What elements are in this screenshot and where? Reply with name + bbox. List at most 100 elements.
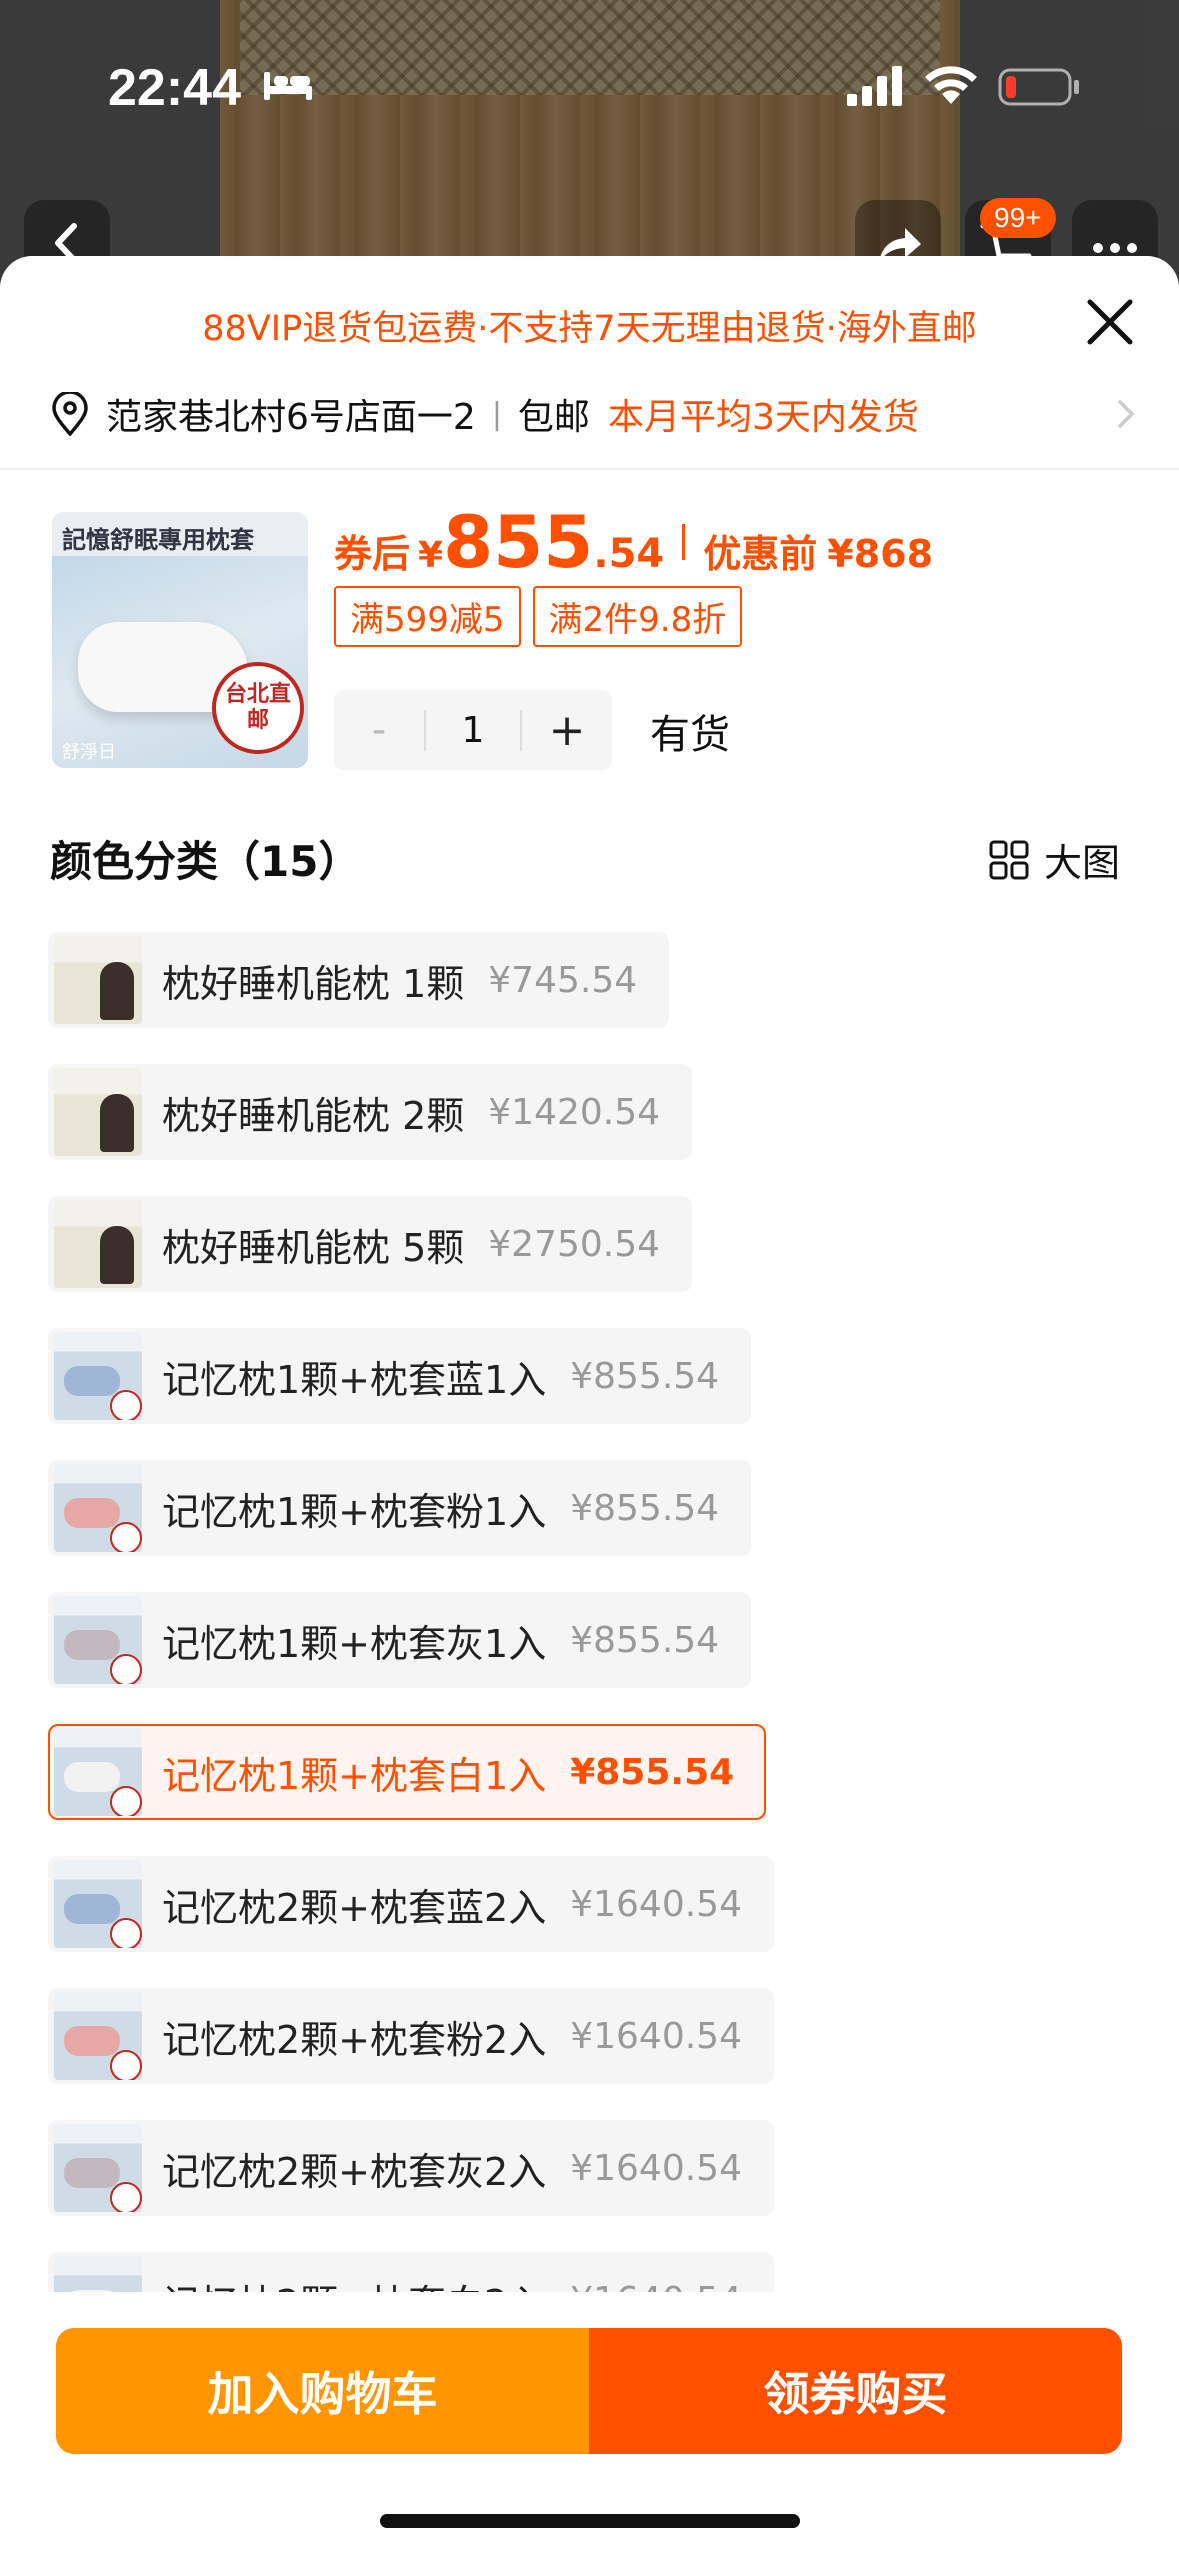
sku-option-thumbnail (54, 1860, 142, 1948)
quantity-stepper: - 1 + (334, 690, 612, 770)
sku-option[interactable]: 记忆枕2颗+枕套蓝2入 ¥1640.54 (48, 1856, 774, 1952)
divider (0, 468, 1179, 470)
sku-option[interactable]: 枕好睡机能枕 5颗 ¥2750.54 (48, 1196, 693, 1292)
sku-option-price: ¥855.54 (570, 1487, 720, 1529)
quantity-value[interactable]: 1 (424, 709, 522, 751)
currency-symbol: ¥ (418, 535, 444, 576)
chevron-right-icon (1118, 400, 1135, 428)
origin-stamp: 台北直邮 (212, 662, 304, 754)
increase-button[interactable]: + (522, 705, 612, 756)
big-image-label: 大图 (1044, 841, 1121, 885)
sku-option-row: 记忆枕1颗+枕套蓝1入 ¥855.54 (48, 1328, 1168, 1460)
sku-option-name: 枕好睡机能枕 1颗 (162, 961, 465, 1006)
sku-option[interactable]: 记忆枕2颗+枕套白2入 ¥1640.54 (48, 2252, 774, 2292)
sku-option-price: ¥1420.54 (488, 1091, 661, 1133)
delivery-estimate: 本月平均3天内发货 (607, 397, 919, 438)
sku-option-price: ¥855.54 (570, 1619, 720, 1661)
sku-option-row: 记忆枕2颗+枕套灰2入 ¥1640.54 (48, 2120, 1168, 2252)
shipping-text: 包邮 (517, 397, 590, 438)
sku-option-thumbnail (54, 1728, 142, 1816)
sku-option[interactable]: 记忆枕1颗+枕套白1入 ¥855.54 (48, 1724, 767, 1820)
thumbnail-footer: 舒淨日 (62, 742, 116, 763)
stock-status: 有货 (650, 712, 730, 758)
sku-option-thumbnail (54, 2256, 142, 2292)
status-time: 22:44 (108, 59, 241, 117)
sku-selection-sheet: 88VIP退货包运费·不支持7天无理由退货·海外直邮 范家巷北村6号店面一2 |… (0, 256, 1179, 2556)
sku-option-row: 枕好睡机能枕 2颗 ¥1420.54 (48, 1064, 1168, 1196)
sku-option-price: ¥1640.54 (570, 2280, 742, 2293)
price-integer: 855 (443, 500, 594, 584)
sku-option-row: 记忆枕2颗+枕套蓝2入 ¥1640.54 (48, 1856, 1168, 1988)
sku-option-name: 枕好睡机能枕 2颗 (162, 1093, 465, 1138)
coupon-tag: 满2件9.8折 (532, 586, 743, 647)
sku-option-price: ¥1640.54 (570, 2015, 742, 2057)
sku-option-name: 记忆枕1颗+枕套粉1入 (162, 1489, 547, 1534)
battery-icon (998, 68, 1079, 106)
sku-option-row: 枕好睡机能枕 1颗 ¥745.54 (48, 932, 1168, 1064)
cart-count-badge: 99+ (980, 198, 1056, 238)
sku-option-price: ¥1640.54 (570, 1883, 742, 1925)
decrease-button[interactable]: - (334, 707, 424, 753)
sku-option-name: 记忆枕1颗+枕套蓝1入 (162, 1357, 547, 1402)
sku-option-price: ¥2750.54 (488, 1223, 661, 1265)
address-row[interactable]: 范家巷北村6号店面一2 | 包邮 本月平均3天内发货 (50, 384, 1150, 444)
sku-option-thumbnail (54, 1596, 142, 1684)
sku-option-name: 记忆枕2颗+枕套粉2入 (162, 2017, 547, 2062)
coupon-tags: 满599减5 满2件9.8折 (334, 586, 743, 647)
price-separator (682, 524, 686, 560)
big-image-toggle[interactable]: 大图 (988, 832, 1120, 887)
sku-option[interactable]: 记忆枕1颗+枕套灰1入 ¥855.54 (48, 1592, 752, 1688)
sku-option[interactable]: 枕好睡机能枕 1颗 ¥745.54 (48, 932, 670, 1028)
sku-option[interactable]: 记忆枕1颗+枕套粉1入 ¥855.54 (48, 1460, 752, 1556)
sku-option[interactable]: 记忆枕1颗+枕套蓝1入 ¥855.54 (48, 1328, 752, 1424)
thumbnail-header: 記憶舒眠專用枕套 (52, 512, 308, 556)
sku-option-price: ¥855.54 (570, 1355, 720, 1397)
sku-option[interactable]: 记忆枕2颗+枕套粉2入 ¥1640.54 (48, 1988, 774, 2084)
sku-option-row: 记忆枕2颗+枕套白2入 ¥1640.54 (48, 2252, 1168, 2292)
pre-discount-price: ¥868 (827, 532, 934, 576)
address-text: 范家巷北村6号店面一2 (106, 397, 476, 438)
sku-option-row: 记忆枕1颗+枕套白1入 ¥855.54 (48, 1724, 1168, 1856)
add-to-cart-button[interactable]: 加入购物车 (56, 2328, 589, 2454)
home-indicator (380, 2514, 800, 2528)
service-notice: 88VIP退货包运费·不支持7天无理由退货·海外直邮 (202, 309, 977, 349)
cellular-signal-icon (847, 66, 902, 106)
sku-option[interactable]: 枕好睡机能枕 2颗 ¥1420.54 (48, 1064, 693, 1160)
sku-option-name: 记忆枕2颗+枕套蓝2入 (162, 1885, 547, 1930)
sku-option-row: 记忆枕1颗+枕套灰1入 ¥855.54 (48, 1592, 1168, 1724)
close-icon[interactable] (1080, 292, 1140, 352)
location-pin-icon (52, 392, 88, 436)
sku-option-row: 枕好睡机能枕 5颗 ¥2750.54 (48, 1196, 1168, 1328)
sku-option-row: 记忆枕2颗+枕套粉2入 ¥1640.54 (48, 1988, 1168, 2120)
sku-option-thumbnail (54, 1068, 142, 1156)
coupon-tag: 满599减5 (334, 586, 521, 647)
sku-option-price: ¥1640.54 (570, 2147, 742, 2189)
status-bar: 22:44 (0, 0, 1179, 160)
sleep-mode-icon (264, 72, 312, 100)
sku-option[interactable]: 记忆枕2颗+枕套灰2入 ¥1640.54 (48, 2120, 774, 2216)
buy-with-coupon-button[interactable]: 领券购买 (589, 2328, 1122, 2454)
sku-option-thumbnail (54, 1992, 142, 2080)
action-bar: 加入购物车 领券购买 (56, 2328, 1122, 2454)
price-decimal: .54 (593, 531, 665, 577)
grid-icon (989, 840, 1029, 879)
sku-option-row: 记忆枕1颗+枕套粉1入 ¥855.54 (48, 1460, 1168, 1592)
product-thumbnail[interactable]: 記憶舒眠專用枕套 台北直邮 舒淨日 (52, 512, 308, 768)
sku-option-name: 记忆枕2颗+枕套白2入 (162, 2273, 546, 2293)
sku-option-price: ¥745.54 (488, 959, 638, 1001)
sku-option-thumbnail (54, 1200, 142, 1288)
sku-option-thumbnail (54, 1464, 142, 1552)
sku-option-name: 记忆枕1颗+枕套白1入 (162, 1753, 547, 1798)
sku-option-thumbnail (54, 1332, 142, 1420)
sku-option-name: 记忆枕1颗+枕套灰1入 (162, 1621, 547, 1666)
sku-option-thumbnail (54, 936, 142, 1024)
price-line: 券后 ¥ 855 .54 优惠前 ¥868 (334, 500, 933, 584)
pre-discount-label: 优惠前 (703, 532, 818, 576)
separator: | (491, 396, 502, 432)
color-category-title: 颜色分类（15） (50, 837, 361, 886)
sku-option-list: 枕好睡机能枕 1颗 ¥745.54 枕好睡机能枕 2颗 ¥1420.54 枕好睡机能枕 … (48, 932, 1168, 2292)
sku-option-name: 记忆枕2颗+枕套灰2入 (162, 2149, 547, 2194)
after-coupon-label: 券后 (334, 532, 411, 576)
sku-option-price: ¥855.54 (570, 1751, 735, 1793)
sku-option-thumbnail (54, 2124, 142, 2212)
